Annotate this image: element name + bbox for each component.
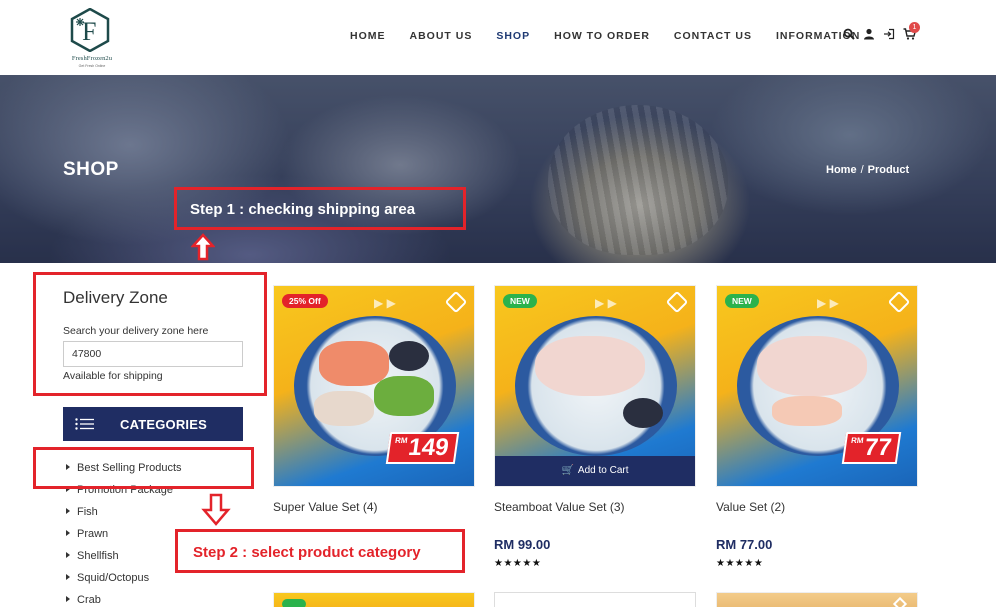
category-label: Prawn xyxy=(77,528,109,540)
mussel-graphic xyxy=(623,398,663,428)
play-arrows-decoration: ▶ ▶ xyxy=(817,296,839,310)
list-icon xyxy=(75,418,94,430)
brand-watermark-icon xyxy=(892,596,908,607)
down-arrow-annotation-icon xyxy=(201,493,231,526)
shrimp-graphic xyxy=(772,396,842,426)
product-image[interactable]: ▶ ▶ NEW 🛒 Add to Cart xyxy=(494,285,696,487)
caret-right-icon xyxy=(66,574,70,580)
site-header: F FreshFrozen2u Get Fresh Online HOME AB… xyxy=(0,0,996,75)
step2-annotation-box: Step 2 : select product category xyxy=(175,529,465,573)
play-arrows-decoration: ▶ ▶ xyxy=(595,296,617,310)
product-name[interactable]: Steamboat Value Set (3) xyxy=(494,500,625,514)
fish-fillet-graphic xyxy=(535,336,645,396)
product-price: RM 99.00 xyxy=(494,537,551,552)
vegetable-graphic xyxy=(374,376,434,416)
product-price: RM 77.00 xyxy=(716,537,773,552)
nav-how-to-order[interactable]: HOW TO ORDER xyxy=(554,30,650,42)
hero-banner: SHOP Home / Product xyxy=(0,75,996,263)
seafood-graphic xyxy=(314,391,374,426)
brand-logo[interactable]: F FreshFrozen2u Get Fresh Online xyxy=(62,8,118,68)
add-to-cart-button[interactable]: 🛒 Add to Cart xyxy=(495,456,695,486)
hero-background-image xyxy=(548,105,728,255)
breadcrumb-home[interactable]: Home xyxy=(826,164,857,176)
tag-currency: RM xyxy=(393,436,408,445)
add-to-cart-label: Add to Cart xyxy=(577,465,629,476)
brand-tagline: Get Fresh Online xyxy=(78,64,106,68)
login-icon[interactable] xyxy=(883,28,895,40)
breadcrumb-current: Product xyxy=(867,164,910,176)
snowflake-logo-icon: F xyxy=(70,8,110,52)
step1-annotation-text: Step 1 : checking shipping area xyxy=(190,201,416,218)
main-nav: HOME ABOUT US SHOP HOW TO ORDER CONTACT … xyxy=(350,30,884,42)
user-icon[interactable] xyxy=(863,28,875,40)
category-label: Crab xyxy=(77,594,101,606)
product-rating-stars: ★★★★★ xyxy=(494,558,542,569)
nav-about-us[interactable]: ABOUT US xyxy=(410,30,473,42)
price-tag-graphic: RM149 xyxy=(385,432,459,464)
cart-count-badge: 1 xyxy=(909,22,920,33)
salmon-graphic xyxy=(319,341,389,386)
brand-watermark-icon xyxy=(665,290,689,314)
product-image-partial[interactable] xyxy=(716,592,918,607)
product-image[interactable]: ▶ ▶ NEW RM77 xyxy=(716,285,918,487)
tag-value: 77 xyxy=(862,434,893,461)
best-selling-annotation-box xyxy=(33,447,254,489)
new-badge: NEW xyxy=(503,294,537,308)
category-label: Fish xyxy=(77,506,98,518)
cart-icon: 🛒 xyxy=(561,465,574,476)
caret-right-icon xyxy=(66,530,70,536)
play-arrows-decoration: ▶ ▶ xyxy=(374,296,396,310)
step1-annotation-box: Step 1 : checking shipping area xyxy=(174,187,466,230)
delivery-zone-annotation-box xyxy=(33,272,267,396)
price-tag-graphic: RM77 xyxy=(841,432,902,464)
nav-contact-us[interactable]: CONTACT US xyxy=(674,30,752,42)
nav-home[interactable]: HOME xyxy=(350,30,386,42)
product-image-partial[interactable] xyxy=(494,592,696,607)
category-squid-octopus[interactable]: Squid/Octopus xyxy=(66,571,182,593)
product-rating-stars: ★★★★★ xyxy=(716,558,764,569)
category-label: Squid/Octopus xyxy=(77,572,150,584)
mussel-graphic xyxy=(389,341,429,371)
new-badge: NEW xyxy=(725,294,759,308)
product-image[interactable]: ▶ ▶ 25% Off RM149 xyxy=(273,285,475,487)
category-label: Shellfish xyxy=(77,550,119,562)
cart-button[interactable]: 1 xyxy=(903,22,920,40)
categories-header[interactable]: CATEGORIES xyxy=(63,407,243,441)
product-name[interactable]: Super Value Set (4) xyxy=(273,500,378,514)
product-image-partial[interactable] xyxy=(273,592,475,607)
category-shellfish[interactable]: Shellfish xyxy=(66,549,182,571)
breadcrumb-separator: / xyxy=(860,164,864,176)
logo-letter: F xyxy=(82,17,96,46)
search-icon[interactable] xyxy=(843,28,855,40)
up-arrow-annotation-icon xyxy=(191,233,215,261)
page-title: SHOP xyxy=(63,159,119,180)
category-prawn[interactable]: Prawn xyxy=(66,527,182,549)
fish-fillet-graphic xyxy=(757,336,867,396)
categories-title: CATEGORIES xyxy=(120,417,207,432)
caret-right-icon xyxy=(66,596,70,602)
brand-watermark-icon xyxy=(887,290,911,314)
tag-value: 149 xyxy=(406,434,450,461)
brand-watermark-icon xyxy=(444,290,468,314)
brand-name: FreshFrozen2u xyxy=(71,55,113,62)
product-name[interactable]: Value Set (2) xyxy=(716,500,785,514)
step2-annotation-text: Step 2 : select product category xyxy=(193,544,421,561)
new-badge-partial xyxy=(282,599,306,607)
breadcrumb: Home / Product xyxy=(826,164,909,176)
category-crab[interactable]: Crab xyxy=(66,593,182,607)
category-fish[interactable]: Fish xyxy=(66,505,182,527)
header-icons: 1 xyxy=(843,22,920,40)
caret-right-icon xyxy=(66,552,70,558)
discount-badge: 25% Off xyxy=(282,294,328,308)
nav-shop[interactable]: SHOP xyxy=(496,30,530,42)
tag-currency: RM xyxy=(850,436,864,445)
caret-right-icon xyxy=(66,508,70,514)
